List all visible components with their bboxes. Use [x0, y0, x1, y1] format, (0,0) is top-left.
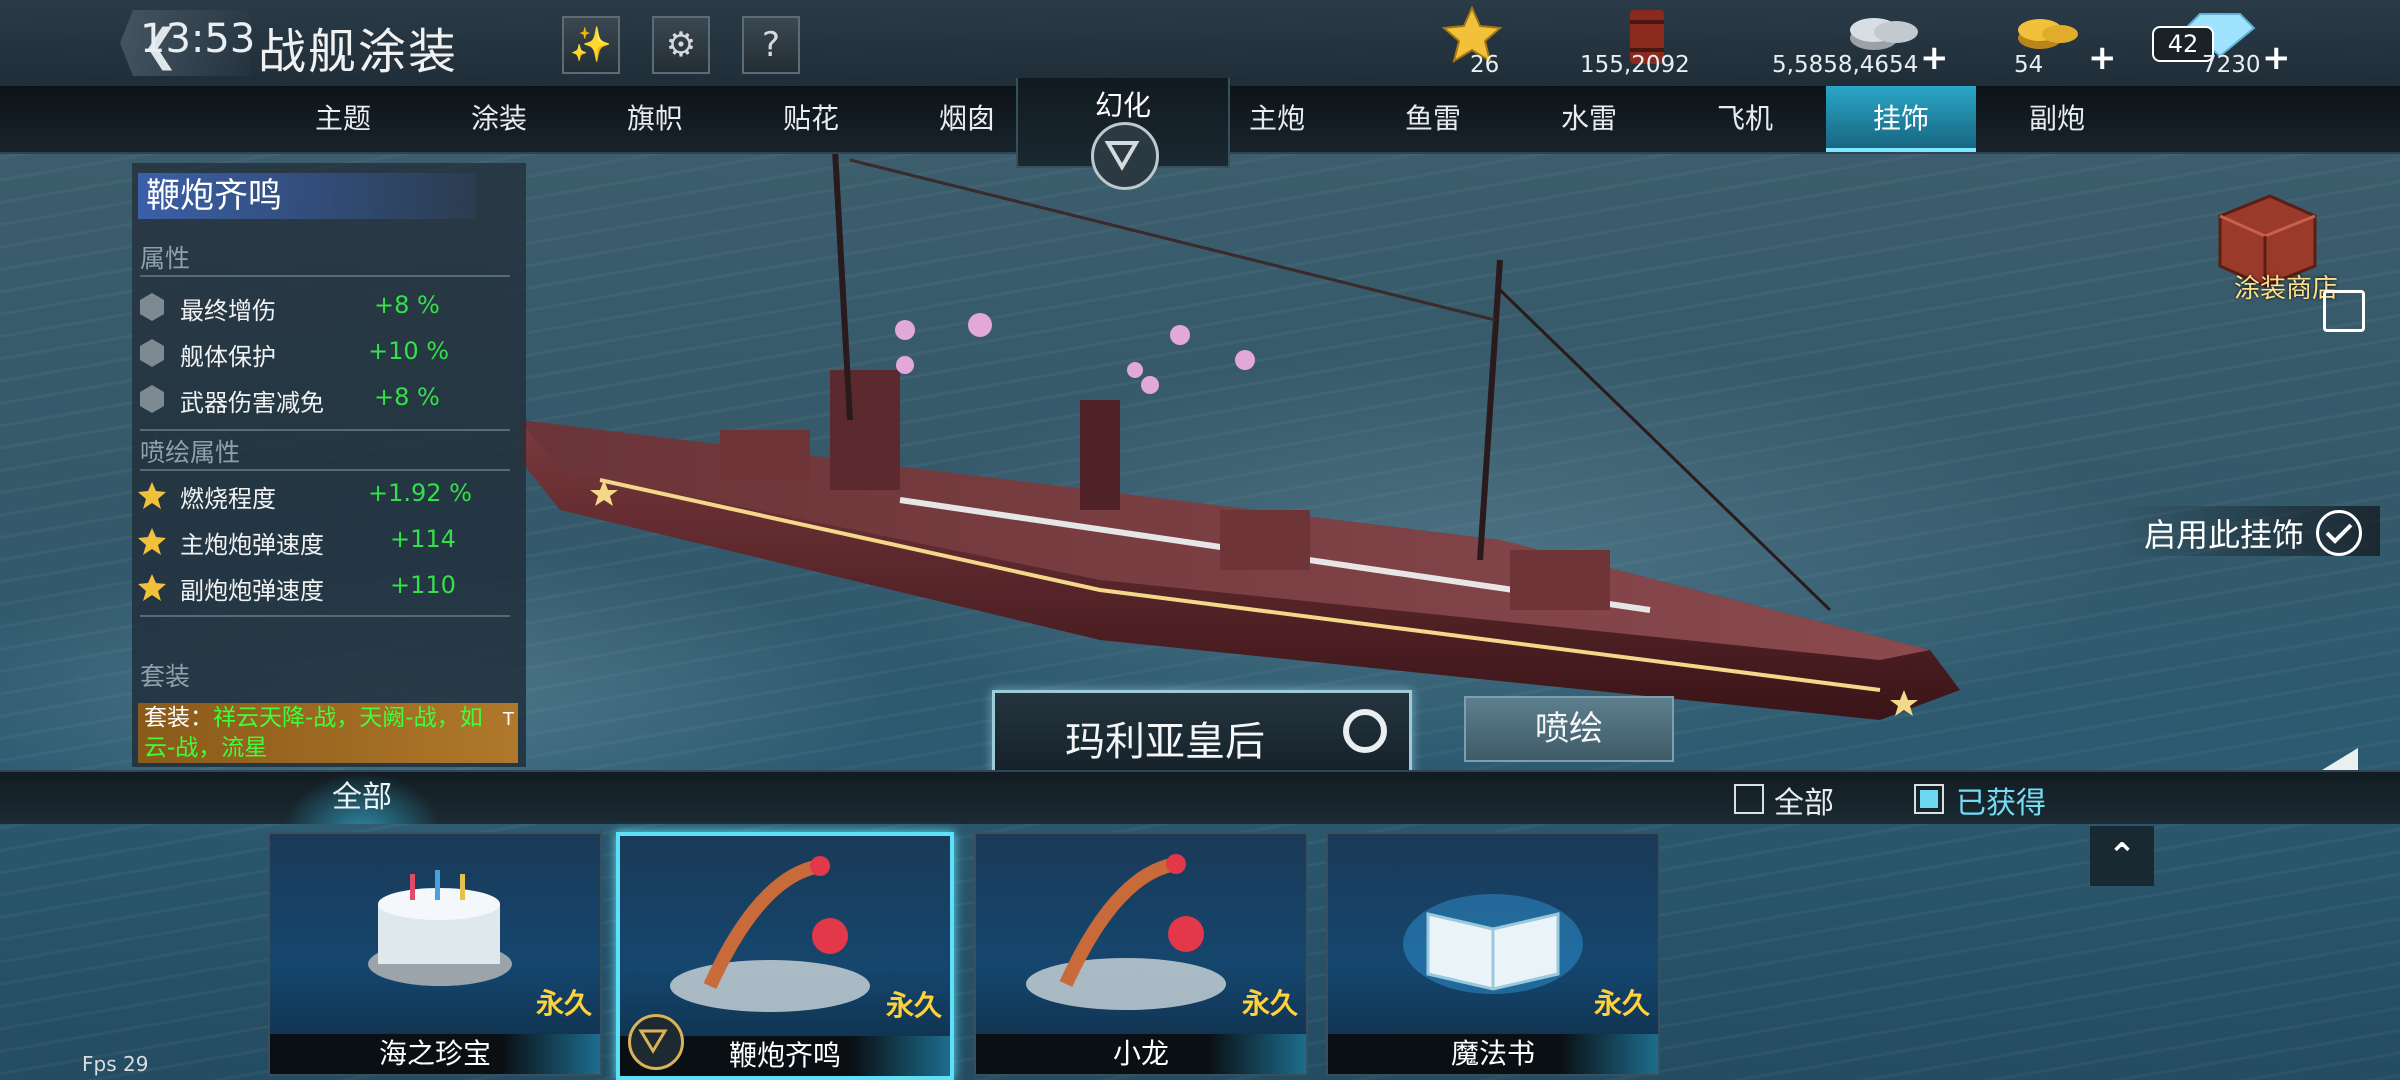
tab-aircraft[interactable]: 飞机: [1670, 86, 1820, 152]
ship-name: 玛利亚皇后: [1065, 719, 1265, 765]
star-icon: [138, 482, 166, 509]
paint-attr-name: 燃烧程度: [180, 485, 276, 513]
enable-ornament-label: 启用此挂饰: [2144, 516, 2305, 554]
tab-transform[interactable]: 幻化: [1016, 78, 1230, 190]
card-name: 小龙: [1112, 1037, 1169, 1070]
status-time: 13:53: [140, 16, 256, 62]
fps-counter: Fps 29: [82, 1052, 149, 1076]
set-tag: T: [503, 709, 514, 730]
top-bar: ❮ 13:53 战舰涂装 ✨ ⚙ ? 26 155,2092 5,5858,46…: [0, 0, 2400, 86]
gear-icon: ⚙: [665, 25, 697, 65]
gold-count: 54: [2014, 52, 2044, 78]
duration-label: 永久: [1593, 987, 1650, 1020]
tab-secondary-gun[interactable]: 副炮: [1982, 86, 2132, 152]
spray-paint-button[interactable]: 喷绘: [1464, 696, 1674, 762]
enable-ornament-toggle[interactable]: 启用此挂饰: [2120, 506, 2380, 556]
tab-mine[interactable]: 水雷: [1514, 86, 1664, 152]
tab-flag[interactable]: 旗帜: [580, 86, 730, 152]
oil-count: 155,2092: [1580, 52, 1690, 78]
tab-ornament[interactable]: 挂饰: [1826, 86, 1976, 152]
card-name: 海之珍宝: [378, 1037, 491, 1070]
divider: [140, 615, 510, 617]
paint-attr-name: 主炮炮弹速度: [180, 531, 324, 559]
add-silver-button[interactable]: +: [1920, 38, 1949, 78]
tab-transform-label: 幻化: [1094, 89, 1151, 122]
paint-attr-header: 喷绘属性: [140, 438, 241, 467]
collapse-chevron-icon[interactable]: ⌃: [2090, 826, 2154, 886]
set-info[interactable]: 套装：祥云天降-战，天阙-战，如云-战，流星 T: [138, 703, 518, 763]
ornament-card[interactable]: 永久 小龙: [974, 832, 1308, 1076]
attr-header: 属性: [140, 244, 191, 273]
resource-diamond[interactable]: 42 7230 +: [2150, 0, 2291, 86]
attr-value: +8 %: [374, 291, 440, 319]
resource-oil[interactable]: 155,2092: [1580, 0, 1700, 86]
ornament-card[interactable]: 永久 魔法书: [1326, 832, 1660, 1076]
shield-hex-icon: [140, 339, 164, 367]
set-lead: 套装：: [144, 705, 213, 731]
duration-label: 永久: [535, 987, 592, 1020]
attr-row: 最终增伤 +8 %: [138, 289, 518, 327]
shield-hex-icon: [140, 385, 164, 413]
tab-paint[interactable]: 涂装: [424, 86, 574, 152]
resource-silver[interactable]: 5,5858,4654 +: [1772, 0, 1952, 86]
attr-value: +8 %: [374, 383, 440, 411]
add-gold-button[interactable]: +: [2088, 38, 2117, 78]
celebration-button[interactable]: ✨: [562, 16, 620, 74]
tab-theme[interactable]: 主题: [268, 86, 418, 152]
duration-label: 永久: [1241, 987, 1298, 1020]
divider: [140, 429, 510, 431]
resource-star[interactable]: 26: [1430, 0, 1520, 86]
page-title: 战舰涂装: [258, 24, 459, 80]
shield-hex-icon: [140, 293, 164, 321]
filter-tab-all[interactable]: 全部: [282, 772, 442, 824]
checkbox-all-label[interactable]: 全部: [1774, 778, 1834, 822]
attr-name: 武器伤害减免: [180, 389, 324, 417]
ornament-card-selected[interactable]: 永久 鞭炮齐鸣: [616, 832, 954, 1080]
checkbox-all[interactable]: [1734, 784, 1764, 814]
add-diamond-button[interactable]: +: [2262, 38, 2291, 78]
rotate-icon: [1343, 709, 1387, 753]
attribute-panel: 鞭炮齐鸣 属性 最终增伤 +8 % 舰体保护 +10 % 武器伤害减免 +8 %…: [132, 163, 526, 767]
duration-label: 永久: [885, 989, 942, 1022]
paint-attr-row: 主炮炮弹速度 +114: [138, 523, 518, 561]
resource-gold[interactable]: 54 +: [2008, 0, 2118, 86]
checkbox-owned[interactable]: [1914, 784, 1944, 814]
checkbox-owned-label[interactable]: 已获得: [1956, 778, 2046, 822]
card-name: 魔法书: [1450, 1037, 1535, 1070]
set-header: 套装: [140, 662, 191, 691]
divider: [140, 469, 510, 471]
attr-row: 武器伤害减免 +8 %: [138, 381, 518, 419]
attr-value: +10 %: [368, 337, 450, 365]
attr-name: 最终增伤: [180, 297, 276, 325]
paint-attr-row: 燃烧程度 +1.92 %: [138, 477, 518, 515]
settings-button[interactable]: ⚙: [652, 16, 710, 74]
checkmark-icon: [2316, 510, 2362, 556]
silver-count: 5,5858,4654: [1772, 52, 1919, 78]
paint-attr-value: +1.92 %: [368, 479, 472, 507]
attr-row: 舰体保护 +10 %: [138, 335, 518, 373]
filter-bar: 全部 全部 已获得: [0, 770, 2400, 824]
paint-attr-row: 副炮炮弹速度 +110: [138, 569, 518, 607]
tab-torpedo[interactable]: 鱼雷: [1358, 86, 1508, 152]
star-icon: [138, 528, 166, 555]
paint-attr-name: 副炮炮弹速度: [180, 577, 324, 605]
transform-emblem-icon: [1091, 122, 1159, 190]
question-icon: ?: [761, 25, 781, 65]
paint-attr-value: +110: [390, 571, 456, 599]
confetti-icon: ✨: [569, 25, 613, 65]
ship-name-button[interactable]: 玛利亚皇后: [992, 690, 1412, 778]
transform-badge-icon: [628, 1014, 684, 1070]
star-icon: [138, 574, 166, 601]
tab-decal[interactable]: 贴花: [736, 86, 886, 152]
star-count: 26: [1470, 52, 1500, 78]
diamond-count: 7230: [2202, 52, 2261, 78]
help-button[interactable]: ?: [742, 16, 800, 74]
paint-attr-value: +114: [390, 525, 456, 553]
divider: [140, 275, 510, 277]
panel-title: 鞭炮齐鸣: [138, 173, 476, 219]
ornament-card[interactable]: 永久 海之珍宝: [268, 832, 602, 1076]
attr-name: 舰体保护: [180, 343, 276, 371]
recent-apps-icon[interactable]: [2323, 290, 2365, 332]
